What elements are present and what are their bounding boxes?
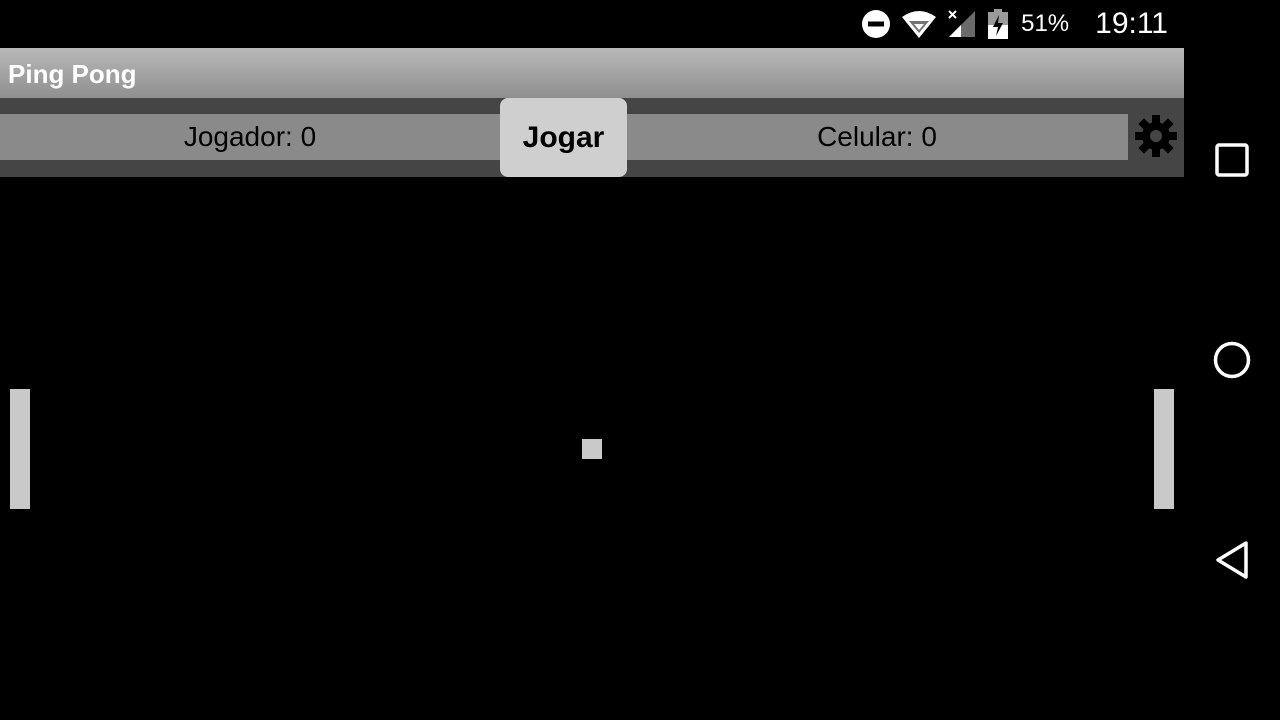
player-paddle[interactable] [10,389,30,509]
do-not-disturb-icon [861,9,891,39]
scoreboard: Jogador: 0 Celular: 0 Jogar [0,98,1184,177]
recent-apps-icon[interactable] [1208,136,1256,184]
cell-signal-icon [947,9,977,39]
app-bar: Ping Pong [0,48,1184,98]
player-score: Jogador: 0 [183,121,317,152]
game-field[interactable] [0,177,1184,720]
wifi-icon [901,9,937,39]
phone-score: Celular: 0 [817,121,937,152]
navigation-bar [1184,0,1280,720]
battery-percent: 51% [1021,10,1070,37]
gear-icon[interactable] [1134,114,1178,158]
home-icon[interactable] [1208,336,1256,384]
phone-paddle [1154,389,1174,509]
status-icons: 51% 19:11 [861,0,1168,48]
app-title: Ping Pong [8,59,137,89]
play-button[interactable]: Jogar [500,98,627,177]
clock: 19:11 [1095,7,1168,40]
battery-charging-icon [987,9,1009,39]
ball [582,439,602,459]
back-icon[interactable] [1208,536,1256,584]
status-bar: 51% 19:11 [0,0,1184,48]
